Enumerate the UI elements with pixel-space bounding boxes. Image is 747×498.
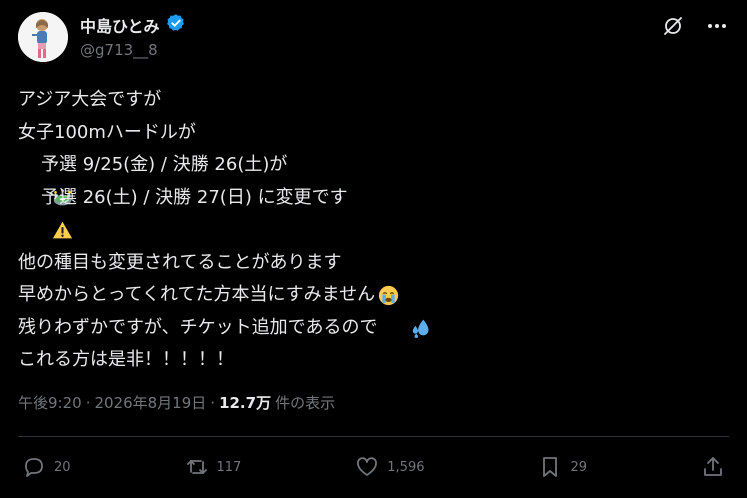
repost-icon: [186, 460, 207, 474]
tweet-line: 女子100mハードルが: [18, 121, 196, 143]
action-bar: 20 117 1,596 29: [22, 452, 725, 482]
divider: [18, 436, 729, 437]
tweet-text: アジア大会ですが 女子100mハードルが 予選 9/25(金) / 決勝 26(…: [18, 84, 718, 377]
bookmark-icon: [543, 457, 558, 477]
tweet-line: 他の種目も変更されてることがあります: [18, 247, 718, 305]
tweet-line: 残りわずかですが、チケット追加であるので: [18, 316, 378, 338]
tweet-line: [18, 214, 718, 247]
views-label[interactable]: 件の表示: [275, 392, 335, 413]
tweet-time[interactable]: 午後9:20: [18, 392, 82, 413]
avatar[interactable]: [18, 12, 68, 62]
tweet-meta: 午後9:20 · 2026年8月19日 · 12.7万 件の表示: [18, 392, 335, 413]
warning-emoji-icon: [18, 187, 73, 239]
tweet-header: 中島ひとみ @g713__8: [18, 12, 729, 64]
meta-separator: ·: [210, 393, 216, 412]
sweat-droplets-emoji-icon: [377, 285, 429, 339]
verified-badge-icon: [166, 13, 186, 37]
display-name[interactable]: 中島ひとみ: [80, 13, 160, 37]
tweet-line: 予選 9/25(金) / 決勝 26(土)が: [18, 149, 718, 206]
like-button[interactable]: 1,596: [355, 455, 425, 479]
reply-count: 20: [54, 459, 71, 475]
reply-button[interactable]: 20: [22, 455, 71, 479]
meta-separator: ·: [85, 393, 91, 412]
like-count: 1,596: [387, 459, 425, 475]
crying-face-emoji-icon: [343, 252, 398, 305]
tweet-line: アジア大会ですが: [18, 89, 162, 110]
share-icon: [704, 457, 722, 476]
stadium-emoji-icon: [18, 155, 72, 206]
heart-icon: [357, 457, 378, 476]
views-count[interactable]: 12.7万: [219, 392, 271, 413]
repost-button[interactable]: 117: [185, 455, 242, 479]
repost-count: 117: [216, 459, 242, 475]
reply-icon: [25, 458, 43, 477]
bookmark-count: 29: [570, 459, 587, 475]
bookmark-button[interactable]: 29: [538, 455, 587, 479]
more-options-icon[interactable]: [705, 14, 729, 38]
share-button[interactable]: [701, 455, 725, 479]
tweet-date[interactable]: 2026年8月19日: [94, 392, 206, 413]
tweet-line: 早めからとってくれてた方本当にすみません: [18, 279, 718, 339]
tweet-line: 予選 26(土) / 決勝 27(日) に変更です: [18, 182, 718, 239]
tweet-line: これる方は是非！！！！！: [18, 349, 234, 370]
handle[interactable]: @g713__8: [80, 41, 158, 59]
grok-icon[interactable]: [661, 14, 685, 38]
